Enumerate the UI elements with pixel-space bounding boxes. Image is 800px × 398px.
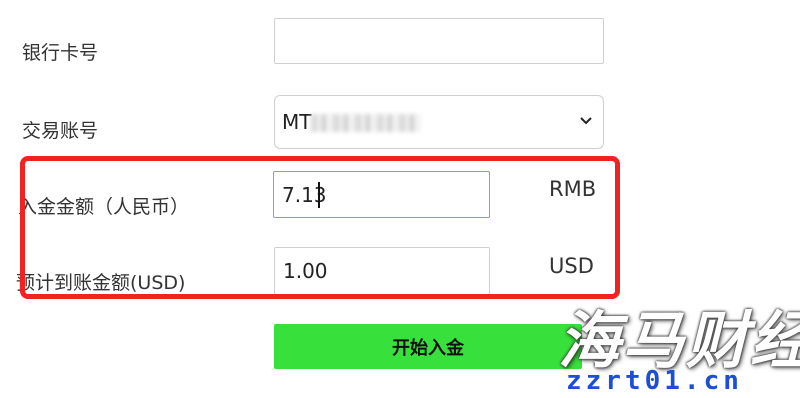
expected-unit: USD bbox=[549, 254, 594, 278]
text-caret bbox=[318, 182, 320, 208]
deposit-unit: RMB bbox=[549, 177, 597, 201]
watermark-url: zzrt01.cn bbox=[566, 366, 743, 396]
trading-account-label: 交易账号 bbox=[22, 120, 99, 142]
chevron-down-icon[interactable] bbox=[579, 114, 593, 128]
bank-card-label: 银行卡号 bbox=[22, 42, 99, 64]
expected-amount-label: 预计到账金额(USD) bbox=[16, 272, 186, 294]
redacted-account-number bbox=[311, 114, 421, 132]
trading-account-value: MT bbox=[282, 110, 312, 134]
deposit-amount-input[interactable] bbox=[273, 171, 490, 218]
start-deposit-button[interactable]: 开始入金 bbox=[274, 324, 582, 369]
trading-account-select[interactable]: MT bbox=[274, 95, 604, 149]
expected-amount-input[interactable] bbox=[274, 247, 490, 295]
deposit-amount-label: 入金金额（人民币） bbox=[18, 196, 190, 218]
bank-card-input[interactable] bbox=[274, 18, 604, 64]
